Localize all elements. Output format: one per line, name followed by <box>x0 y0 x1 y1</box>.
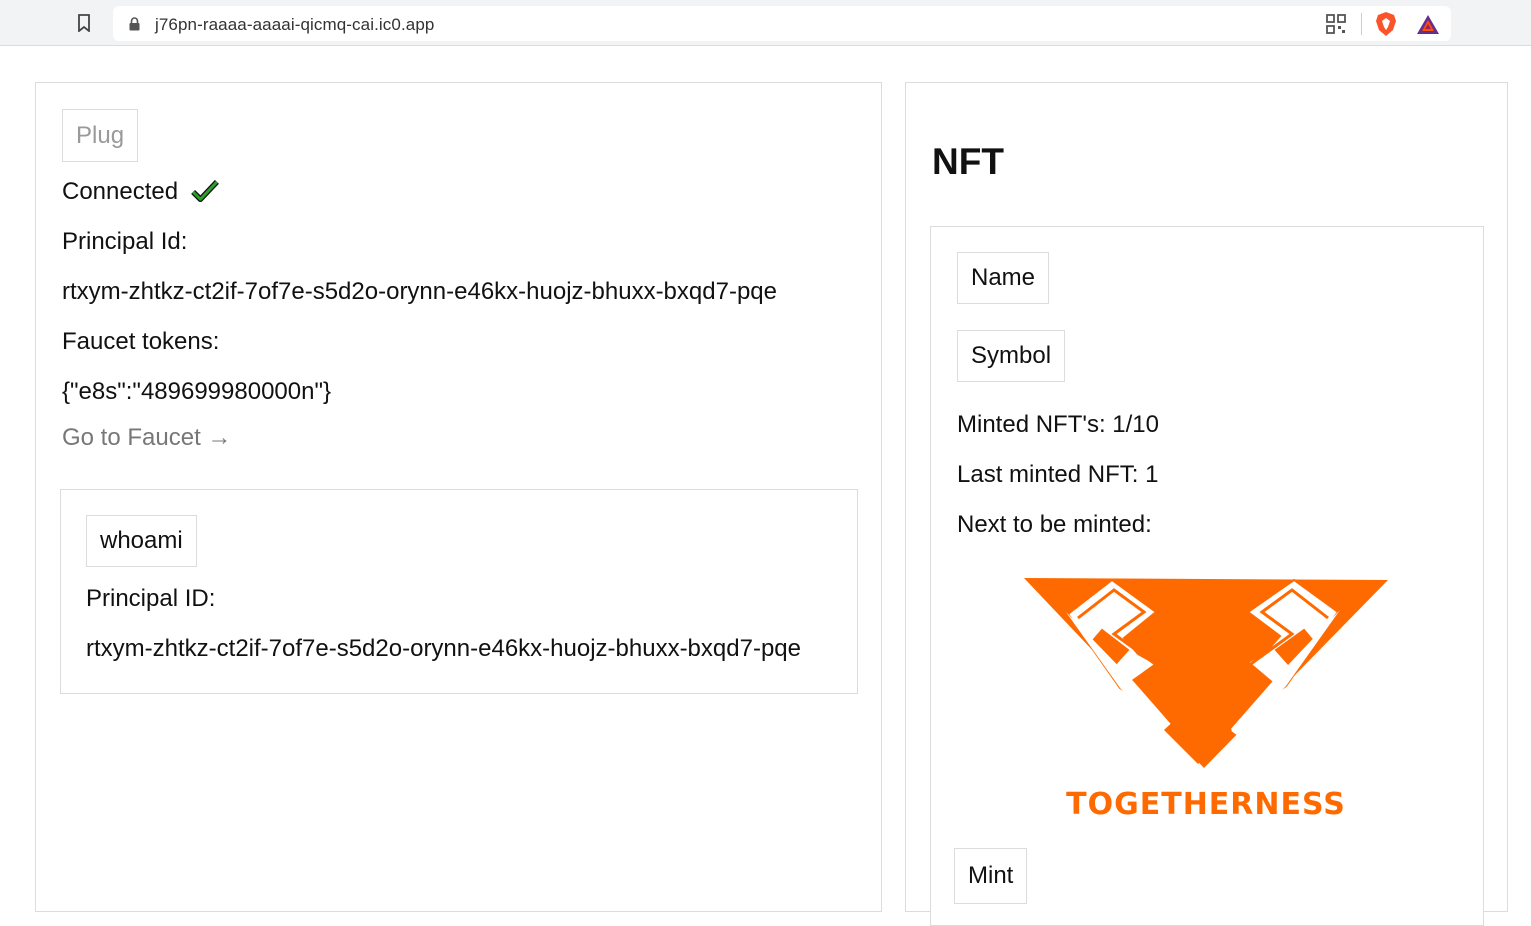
whoami-panel: whoami Principal ID: rtxym-zhtkz-ct2if-7… <box>60 489 858 694</box>
last-minted: Last minted NFT: 1 <box>957 461 1159 488</box>
faucet-tokens-value: {"e8s":"489699980000n"} <box>62 378 331 405</box>
qr-code-icon[interactable] <box>1326 14 1346 34</box>
nft-panel: NFT Name Symbol Minted NFT's: 1/10 Last … <box>905 82 1508 926</box>
go-to-faucet-link[interactable]: Go to Faucet → <box>62 424 231 452</box>
whoami-principal-label: Principal ID: <box>86 585 216 612</box>
whoami-principal-value: rtxym-zhtkz-ct2if-7of7e-s5d2o-orynn-e46k… <box>86 635 801 662</box>
minted-count: Minted NFT's: 1/10 <box>957 411 1159 438</box>
name-button[interactable]: Name <box>957 252 1050 304</box>
mint-button[interactable]: Mint <box>954 848 1028 904</box>
checkmark-icon <box>190 179 219 202</box>
whoami-button[interactable]: whoami <box>86 515 197 567</box>
bookmark-icon[interactable] <box>77 14 91 32</box>
toolbar-separator <box>1361 13 1362 35</box>
bat-rewards-icon[interactable] <box>1416 14 1440 35</box>
nft-image: TOGETHERNESS <box>1024 578 1388 822</box>
nft-image-caption: TOGETHERNESS <box>1066 787 1346 822</box>
symbol-button[interactable]: Symbol <box>957 330 1066 382</box>
principal-id-value: rtxym-zhtkz-ct2if-7of7e-s5d2o-orynn-e46k… <box>62 278 777 305</box>
principal-id-label: Principal Id: <box>62 228 188 255</box>
plug-connect-button[interactable]: Plug <box>62 109 139 162</box>
faucet-tokens-label: Faucet tokens: <box>62 328 220 355</box>
address-bar[interactable]: j76pn-raaaa-aaaai-qicmq-cai.ic0.app <box>113 6 1451 41</box>
url-text[interactable]: j76pn-raaaa-aaaai-qicmq-cai.ic0.app <box>155 15 434 35</box>
connection-status-text: Connected <box>62 178 179 205</box>
connection-status: Connected <box>62 178 219 206</box>
nft-card: Name Symbol Minted NFT's: 1/10 Last mint… <box>930 226 1484 926</box>
browser-toolbar: j76pn-raaaa-aaaai-qicmq-cai.ic0.app <box>0 0 1531 46</box>
nft-title: NFT <box>932 141 1004 182</box>
lock-icon[interactable] <box>129 17 140 31</box>
next-to-be-minted-label: Next to be minted: <box>957 511 1152 538</box>
wallet-panel: Plug Connected Principal Id: rtxym-zhtkz… <box>35 82 882 912</box>
brave-shield-icon[interactable] <box>1375 11 1397 37</box>
